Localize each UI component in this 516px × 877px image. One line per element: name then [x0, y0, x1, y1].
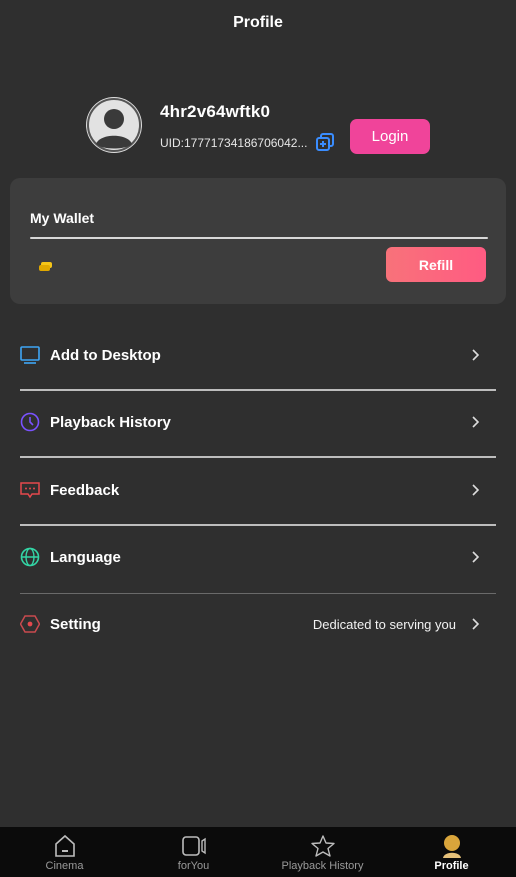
- feedback-icon: [20, 482, 40, 499]
- chevron-right-icon: [472, 416, 480, 428]
- globe-icon: [20, 547, 40, 567]
- chevron-right-icon: [472, 349, 480, 361]
- tab-profile[interactable]: Profile: [387, 827, 516, 877]
- menu-feedback[interactable]: Feedback: [20, 457, 496, 523]
- video-icon: [181, 836, 206, 856]
- profile-header: 4hr2v64wftk0 UID:17771734186706042... Lo…: [86, 97, 446, 155]
- tab-label: Cinema: [45, 860, 84, 872]
- chevron-right-icon: [472, 551, 480, 563]
- avatar-placeholder-icon: [87, 98, 141, 152]
- coin-icon: [39, 262, 52, 271]
- menu-label: Playback History: [50, 413, 171, 431]
- menu-playback-history[interactable]: Playback History: [20, 389, 496, 455]
- tab-playback-history[interactable]: Playback History: [258, 827, 387, 877]
- wallet-title: My Wallet: [30, 210, 95, 226]
- username: 4hr2v64wftk0: [160, 102, 271, 121]
- tab-foryou[interactable]: forYou: [129, 827, 258, 877]
- menu-language[interactable]: Language: [20, 524, 496, 590]
- setting-tagline: Dedicated to serving you: [312, 616, 456, 632]
- avatar: [86, 97, 142, 153]
- copy-icon[interactable]: [315, 132, 335, 152]
- menu-add-to-desktop[interactable]: Add to Desktop: [20, 322, 496, 388]
- profile-avatar-icon: [442, 835, 461, 858]
- tab-cinema[interactable]: Cinema: [0, 827, 129, 877]
- tab-label: Playback History: [281, 860, 364, 872]
- page-title: Profile: [233, 14, 283, 31]
- menu-setting[interactable]: Setting Dedicated to serving you: [20, 591, 496, 657]
- menu-label: Language: [50, 548, 121, 566]
- wallet-card: My Wallet Refill: [10, 178, 506, 304]
- menu-label: Add to Desktop: [50, 346, 161, 364]
- chevron-right-icon: [472, 618, 480, 630]
- tab-label: forYou: [177, 860, 210, 872]
- chevron-right-icon: [472, 484, 480, 496]
- wallet-divider: [30, 237, 488, 239]
- monitor-icon: [20, 346, 40, 364]
- settings-icon: [20, 615, 40, 633]
- home-icon: [54, 834, 75, 857]
- bottom-tab-bar: Cinema forYou Playback History Profile: [0, 827, 516, 877]
- clock-icon: [20, 412, 40, 432]
- menu-label: Setting: [50, 615, 101, 633]
- star-icon: [310, 835, 335, 857]
- user-uid: UID:17771734186706042...: [160, 136, 308, 150]
- refill-button[interactable]: Refill: [386, 247, 486, 282]
- login-button[interactable]: Login: [350, 119, 430, 154]
- tab-label: Profile: [434, 860, 469, 872]
- menu-label: Feedback: [50, 481, 120, 499]
